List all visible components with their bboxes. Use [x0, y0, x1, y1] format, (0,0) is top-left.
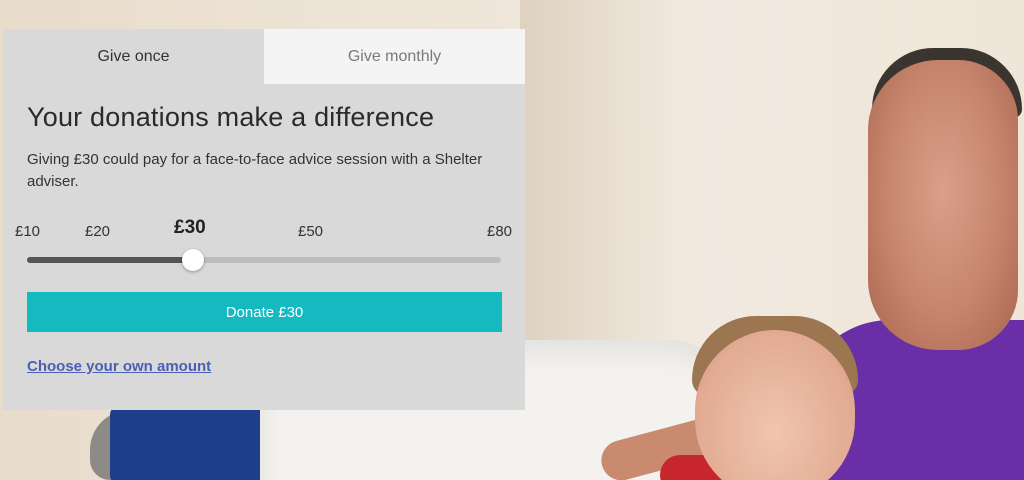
- donation-content: Your donations make a difference Giving …: [3, 102, 525, 376]
- tab-give-monthly[interactable]: Give monthly: [264, 29, 525, 84]
- slider-thumb[interactable]: [182, 249, 204, 271]
- donate-button[interactable]: Donate £30: [27, 292, 502, 332]
- amount-label-30-selected[interactable]: £30: [174, 217, 206, 239]
- choose-own-amount-link[interactable]: Choose your own amount: [27, 358, 211, 375]
- amount-label-20[interactable]: £20: [85, 223, 110, 240]
- donation-description: Giving £30 could pay for a face-to-face …: [27, 151, 483, 190]
- page-title: Your donations make a difference: [27, 102, 435, 132]
- tab-give-once[interactable]: Give once: [3, 29, 264, 84]
- amount-label-10[interactable]: £10: [15, 223, 40, 240]
- donation-tabs: Give once Give monthly: [3, 29, 525, 84]
- amount-slider[interactable]: [27, 249, 501, 271]
- slider-fill: [27, 257, 193, 263]
- man-face: [868, 60, 1018, 350]
- wall-shadow: [520, 0, 680, 380]
- donation-widget: Give once Give monthly Your donations ma…: [3, 29, 525, 410]
- amount-label-80[interactable]: £80: [487, 223, 512, 240]
- amount-label-50[interactable]: £50: [298, 223, 323, 240]
- boy-face: [695, 330, 855, 480]
- amount-labels: £10 £20 £30 £50 £80: [15, 217, 512, 247]
